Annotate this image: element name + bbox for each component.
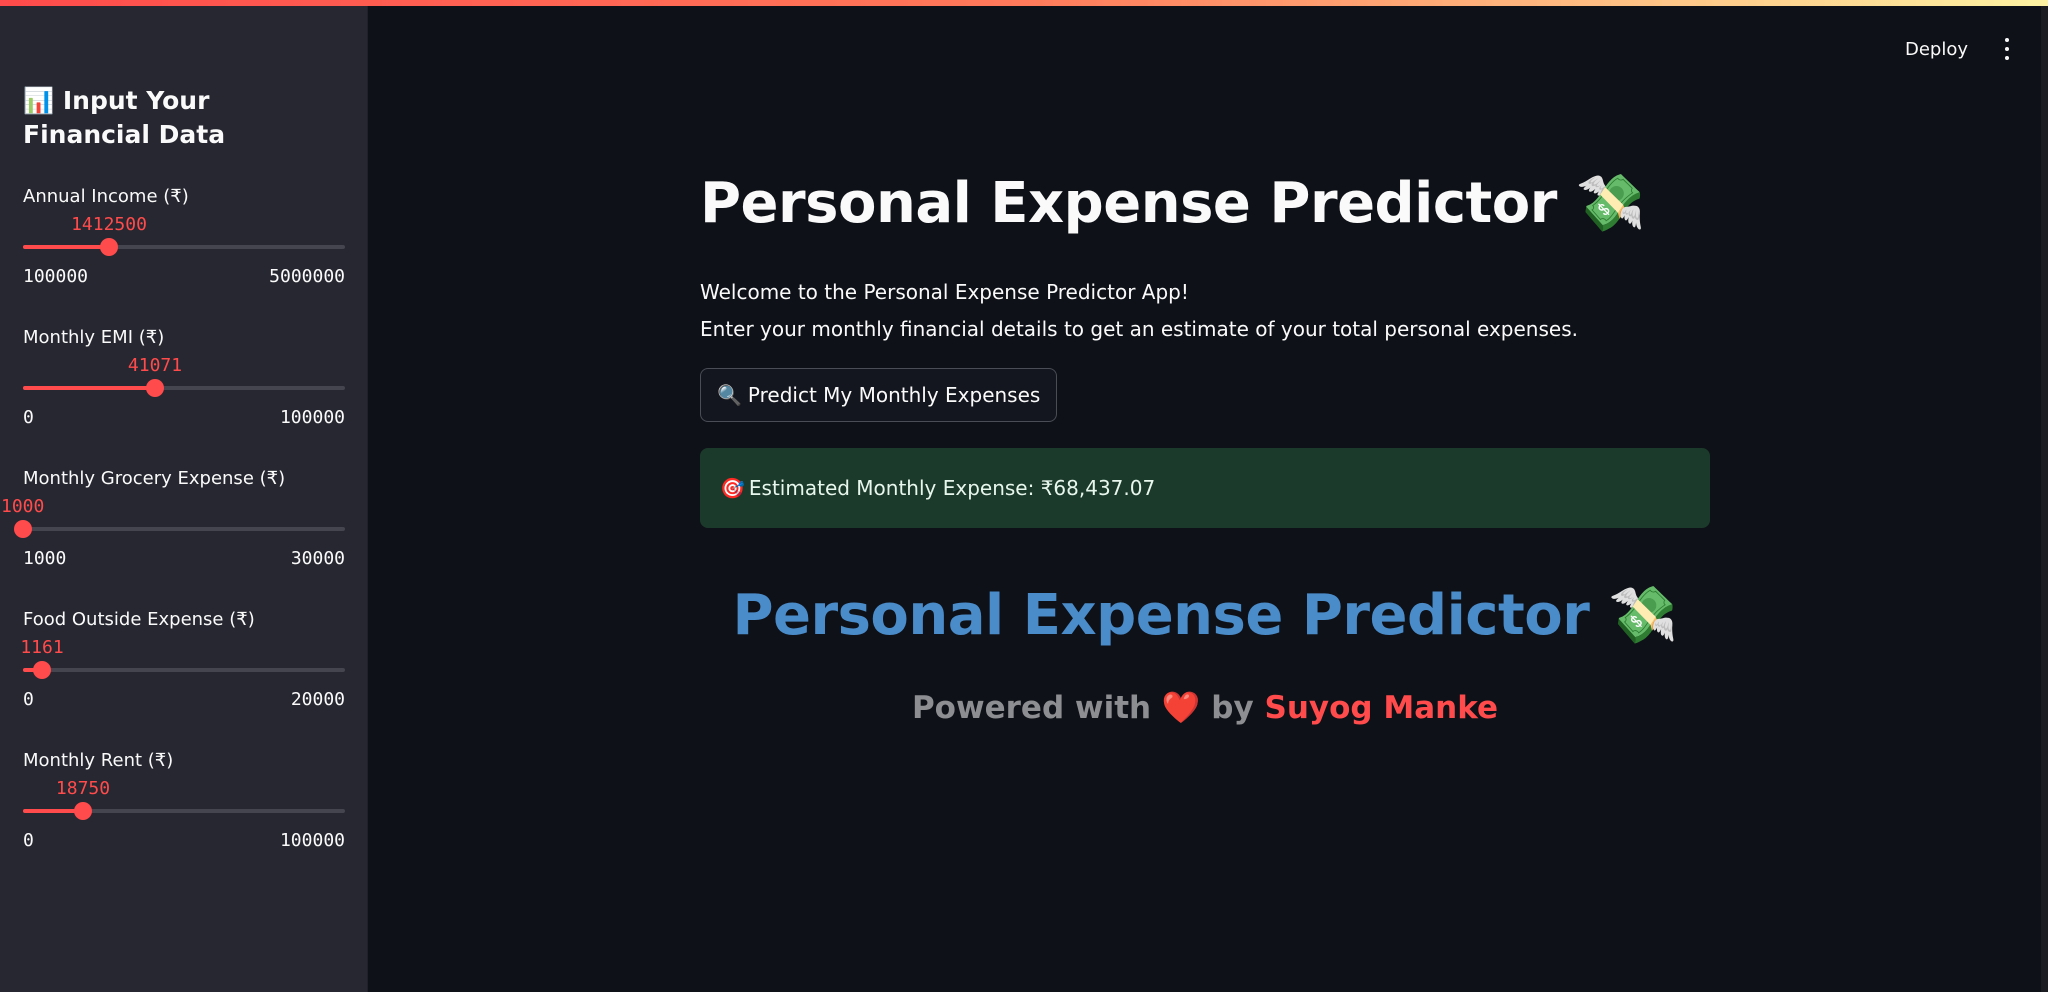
sidebar: 📊 Input Your Financial Data Annual Incom…	[0, 0, 368, 992]
magnifier-icon: 🔍	[717, 383, 742, 407]
money-with-wings-icon: 💸	[1608, 583, 1678, 648]
slider-thumb[interactable]	[100, 238, 118, 256]
slider-thumb[interactable]	[33, 661, 51, 679]
slider-min: 0	[23, 407, 34, 428]
powered-by: by	[1211, 690, 1254, 726]
result-alert: 🎯 Estimated Monthly Expense: ₹68,437.07	[700, 448, 1710, 528]
footer-title-text: Personal Expense Predictor	[732, 583, 1590, 648]
page-title: Personal Expense Predictor 💸	[700, 170, 1646, 236]
footer-title: Personal Expense Predictor 💸	[700, 582, 1710, 648]
intro-line-2: Enter your monthly financial details to …	[700, 317, 1578, 341]
slider-monthly-rent: Monthly Rent (₹) 18750 0 100000	[23, 750, 345, 870]
slider-track[interactable]	[14, 520, 345, 538]
money-with-wings-icon: 💸	[1575, 171, 1646, 236]
slider-max: 5000000	[269, 266, 345, 287]
slider-value: 18750	[55, 778, 111, 799]
slider-max: 100000	[279, 407, 345, 428]
slider-fill	[23, 245, 109, 249]
author-name: Suyog Manke	[1264, 690, 1499, 726]
slider-track[interactable]	[23, 238, 345, 256]
predict-button[interactable]: 🔍 Predict My Monthly Expenses	[700, 368, 1058, 422]
intro-line-1: Welcome to the Personal Expense Predicto…	[700, 280, 1189, 304]
slider-thumb[interactable]	[14, 520, 32, 538]
slider-max: 30000	[290, 548, 345, 569]
intro-text: Welcome to the Personal Expense Predicto…	[700, 274, 1578, 348]
slider-min: 100000	[23, 266, 89, 287]
slider-label: Annual Income (₹)	[23, 186, 189, 207]
slider-track[interactable]	[23, 379, 345, 397]
page-title-text: Personal Expense Predictor	[700, 171, 1557, 236]
bar-chart-icon: 📊	[23, 86, 55, 115]
slider-thumb[interactable]	[74, 802, 92, 820]
slider-max: 20000	[290, 689, 345, 710]
slider-grocery-expense: Monthly Grocery Expense (₹) 1000 1000 30…	[1, 468, 345, 588]
predict-button-label: Predict My Monthly Expenses	[747, 383, 1041, 407]
slider-track[interactable]	[23, 661, 345, 679]
deploy-button[interactable]: Deploy	[1905, 39, 1968, 60]
slider-annual-income: Annual Income (₹) 1412500 100000 5000000	[23, 186, 345, 306]
powered-prefix: Powered with	[911, 690, 1152, 726]
top-decoration-bar	[0, 0, 2048, 6]
kebab-menu-icon[interactable]	[2004, 38, 2010, 60]
slider-min: 0	[23, 830, 34, 851]
target-icon: 🎯	[720, 476, 745, 500]
slider-thumb[interactable]	[146, 379, 164, 397]
slider-monthly-emi: Monthly EMI (₹) 41071 0 100000	[23, 327, 345, 447]
header-actions: Deploy	[1905, 34, 2010, 64]
slider-value: 1412500	[71, 214, 147, 235]
slider-food-outside-expense: Food Outside Expense (₹) 1161 0 20000	[20, 609, 345, 729]
result-text: Estimated Monthly Expense: ₹68,437.07	[748, 476, 1156, 500]
slider-value: 41071	[127, 355, 183, 376]
slider-label: Food Outside Expense (₹)	[23, 609, 255, 630]
sidebar-title: 📊 Input Your Financial Data	[23, 84, 343, 152]
slider-min: 0	[23, 689, 34, 710]
scrollbar[interactable]	[2041, 0, 2048, 992]
footer-credit: Powered with ❤️ by Suyog Manke	[700, 689, 1710, 726]
slider-track[interactable]	[23, 802, 345, 820]
slider-max: 100000	[279, 830, 345, 851]
slider-value: 1000	[1, 496, 45, 517]
slider-fill	[23, 386, 155, 390]
slider-value: 1161	[20, 637, 64, 658]
heart-icon: ❤️	[1161, 690, 1201, 726]
sidebar-title-text: Input Your Financial Data	[23, 86, 226, 149]
slider-label: Monthly Grocery Expense (₹)	[23, 468, 286, 489]
slider-label: Monthly Rent (₹)	[23, 750, 174, 771]
slider-label: Monthly EMI (₹)	[23, 327, 165, 348]
slider-min: 1000	[23, 548, 67, 569]
